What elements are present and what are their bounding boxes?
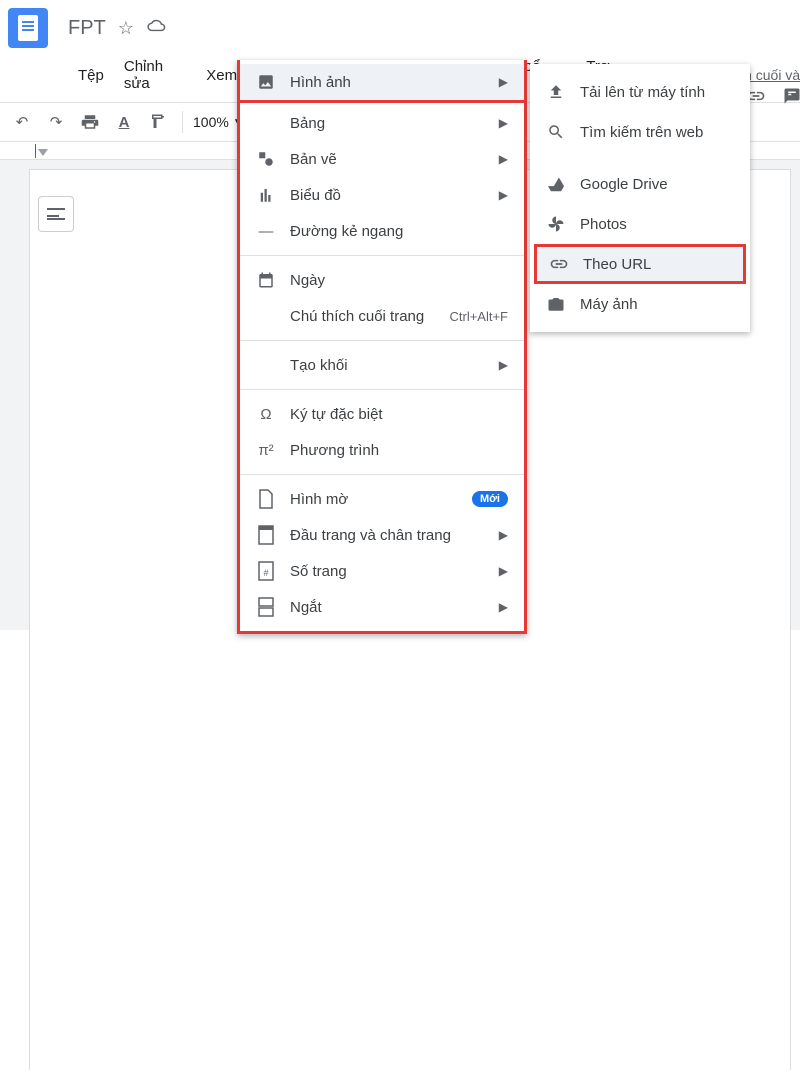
menu-item-special-chars[interactable]: Ω Ký tự đặc biệt: [240, 396, 524, 432]
menu-label: Hình ảnh: [290, 74, 485, 91]
submenu-item-upload[interactable]: Tải lên từ máy tính: [530, 72, 750, 112]
pi-icon: π²: [256, 440, 276, 460]
submenu-item-camera[interactable]: Máy ảnh: [530, 284, 750, 324]
menu-item-headers-footers[interactable]: Đầu trang và chân trang ▶: [240, 517, 524, 553]
menu-item-footnote[interactable]: Chú thích cuối trang Ctrl+Alt+F: [240, 298, 524, 334]
menu-item-watermark[interactable]: Hình mờ Mới: [240, 481, 524, 517]
chevron-right-icon: ▶: [499, 188, 508, 202]
menu-item-drawing[interactable]: Bản vẽ ▶: [240, 141, 524, 177]
image-submenu: Tải lên từ máy tính Tìm kiếm trên web Go…: [530, 64, 750, 332]
undo-button[interactable]: ↶: [8, 108, 36, 136]
chevron-right-icon: ▶: [499, 600, 508, 614]
camera-icon: [546, 294, 566, 314]
chevron-right-icon: ▶: [499, 358, 508, 372]
header-top-row: FPT ☆: [8, 8, 800, 48]
omega-icon: Ω: [256, 404, 276, 424]
document-title[interactable]: FPT: [68, 17, 106, 40]
print-button[interactable]: [76, 108, 104, 136]
menu-item-equation[interactable]: π² Phương trình: [240, 432, 524, 468]
photos-icon: [546, 214, 566, 234]
drive-icon: [546, 174, 566, 194]
upload-icon: [546, 82, 566, 102]
watermark-icon: [256, 489, 276, 509]
chevron-right-icon: ▶: [499, 75, 508, 89]
menu-item-page-numbers[interactable]: # Số trang ▶: [240, 553, 524, 589]
title-icon-group: ☆: [118, 18, 168, 39]
menu-item-image[interactable]: Hình ảnh ▶: [240, 64, 524, 100]
chevron-right-icon: ▶: [499, 116, 508, 130]
table-icon: [256, 113, 276, 133]
chevron-right-icon: ▶: [499, 564, 508, 578]
menu-item-building-blocks[interactable]: Tạo khối ▶: [240, 347, 524, 383]
menu-item-table[interactable]: Bảng ▶: [240, 105, 524, 141]
star-icon[interactable]: ☆: [118, 18, 134, 39]
submenu-item-photos[interactable]: Photos: [530, 204, 750, 244]
block-icon: [256, 355, 276, 375]
svg-text:#: #: [263, 568, 268, 578]
menu-edit[interactable]: Chỉnh sửa: [114, 54, 196, 96]
search-icon: [546, 122, 566, 142]
insert-dropdown-menu: Hình ảnh ▶ Bảng ▶ Bản vẽ ▶ Biểu đồ ▶ — Đ…: [237, 60, 527, 634]
hr-icon: —: [256, 221, 276, 241]
menu-item-hr[interactable]: — Đường kẻ ngang: [240, 213, 524, 249]
outline-toggle-button[interactable]: [38, 196, 74, 232]
menu-divider: [240, 255, 524, 256]
new-badge: Mới: [472, 491, 508, 507]
break-icon: [256, 597, 276, 617]
submenu-item-by-url[interactable]: Theo URL: [534, 244, 746, 284]
redo-button[interactable]: ↷: [42, 108, 70, 136]
chart-icon: [256, 185, 276, 205]
submenu-item-drive[interactable]: Google Drive: [530, 164, 750, 204]
calendar-icon: [256, 270, 276, 290]
chevron-right-icon: ▶: [499, 152, 508, 166]
menu-item-date[interactable]: Ngày: [240, 262, 524, 298]
menu-item-chart[interactable]: Biểu đồ ▶: [240, 177, 524, 213]
image-icon: [256, 72, 276, 92]
paint-format-button[interactable]: [144, 108, 172, 136]
menu-file[interactable]: Tệp: [68, 63, 114, 88]
link-icon: [549, 254, 569, 274]
zoom-selector[interactable]: 100%▼: [193, 114, 243, 130]
menu-divider: [240, 474, 524, 475]
menu-divider: [240, 340, 524, 341]
header-footer-icon: [256, 525, 276, 545]
spellcheck-button[interactable]: A: [110, 108, 138, 136]
page-number-icon: #: [256, 561, 276, 581]
cloud-icon[interactable]: [146, 18, 168, 39]
menu-divider: [240, 389, 524, 390]
submenu-item-web-search[interactable]: Tìm kiếm trên web: [530, 112, 750, 152]
chevron-right-icon: ▶: [499, 528, 508, 542]
menu-item-break[interactable]: Ngắt ▶: [240, 589, 524, 625]
comment-icon[interactable]: [778, 82, 800, 110]
drawing-icon: [256, 149, 276, 169]
footnote-icon: [256, 306, 276, 326]
docs-logo[interactable]: [8, 8, 48, 48]
